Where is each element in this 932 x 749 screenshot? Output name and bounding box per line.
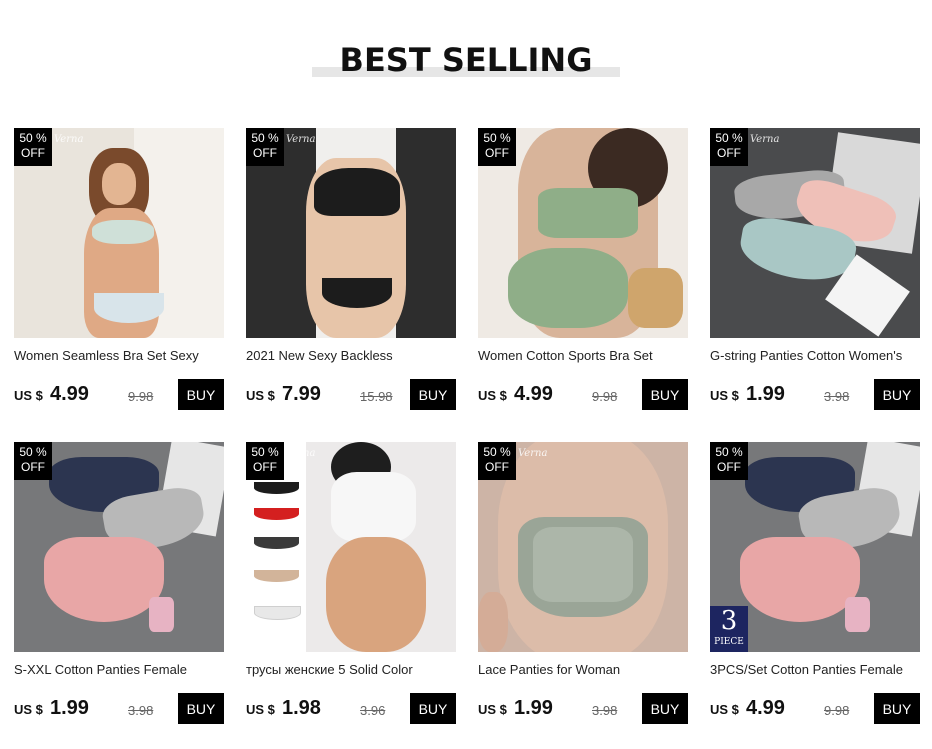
original-price: 9.98 (128, 389, 154, 404)
currency-label: US $ (478, 388, 507, 403)
product-card[interactable]: 50 % OFF Women Cotton Sports Bra Set US $… (478, 128, 688, 412)
sale-price: 7.99 (282, 383, 321, 405)
product-title[interactable]: 2021 New Sexy Backless (246, 348, 456, 364)
product-card[interactable]: 50 % OFF 3 PIECE 3PCS/Set Cotton Panties … (710, 442, 920, 726)
original-price: 3.98 (824, 389, 850, 404)
currency-label: US $ (14, 388, 43, 403)
buy-button[interactable]: BUY (178, 379, 224, 410)
currency-label: US $ (710, 388, 739, 403)
original-price: 3.98 (128, 703, 154, 718)
product-image[interactable]: 50 % OFF (478, 128, 688, 338)
product-image[interactable]: 50 % OFF Verna (478, 442, 688, 652)
discount-badge: 50 % OFF (14, 442, 52, 480)
sale-price: 1.99 (50, 697, 89, 719)
product-title[interactable]: 3PCS/Set Cotton Panties Female (710, 662, 920, 678)
price-row: US $ 7.99 15.98 BUY (246, 379, 456, 412)
buy-button[interactable]: BUY (642, 379, 688, 410)
product-card[interactable]: 50 % OFF S-XXL Cotton Panties Female US $… (14, 442, 224, 726)
product-title[interactable]: Lace Panties for Woman (478, 662, 688, 678)
discount-badge: 50 % OFF (478, 128, 516, 166)
buy-button[interactable]: BUY (410, 693, 456, 724)
currency-label: US $ (478, 702, 507, 717)
buy-button[interactable]: BUY (874, 379, 920, 410)
discount-badge: 50 % OFF (710, 128, 748, 166)
currency-label: US $ (14, 702, 43, 717)
original-price: 9.98 (592, 389, 618, 404)
product-card[interactable]: 50 % OFF Verna G-string Panties Cotton Wo… (710, 128, 920, 412)
price-row: US $ 1.99 3.98 BUY (14, 693, 224, 726)
original-price: 9.98 (824, 703, 850, 718)
sale-price: 4.99 (50, 383, 89, 405)
price-row: US $ 4.99 9.98 BUY (710, 693, 920, 726)
discount-badge: 50 % OFF (246, 442, 284, 480)
currency-label: US $ (710, 702, 739, 717)
product-image[interactable]: 50 % OFF Verna (246, 442, 456, 652)
buy-button[interactable]: BUY (874, 693, 920, 724)
product-title[interactable]: G-string Panties Cotton Women's (710, 348, 920, 364)
product-card[interactable]: 50 % OFF Verna трусы женские 5 Solid Colo… (246, 442, 456, 726)
product-image[interactable]: 50 % OFF (14, 442, 224, 652)
product-image[interactable]: 50 % OFF 3 PIECE (710, 442, 920, 652)
product-title[interactable]: Women Seamless Bra Set Sexy (14, 348, 224, 364)
sale-price: 4.99 (746, 697, 785, 719)
price-row: US $ 1.98 3.96 BUY (246, 693, 456, 726)
sale-price: 1.98 (282, 697, 321, 719)
price-row: US $ 4.99 9.98 BUY (14, 379, 224, 412)
buy-button[interactable]: BUY (410, 379, 456, 410)
product-card[interactable]: 50 % OFF Verna Women Seamless Bra Set Sex… (14, 128, 224, 412)
sale-price: 1.99 (746, 383, 785, 405)
brand-watermark: Verna (518, 448, 548, 459)
product-card[interactable]: 50 % OFF Verna Lace Panties for Woman US … (478, 442, 688, 726)
currency-label: US $ (246, 702, 275, 717)
product-title[interactable]: S-XXL Cotton Panties Female (14, 662, 224, 678)
currency-label: US $ (246, 388, 275, 403)
brand-watermark: Verna (750, 134, 780, 145)
buy-button[interactable]: BUY (178, 693, 224, 724)
section-header: BEST SELLING (0, 40, 932, 80)
product-title[interactable]: трусы женские 5 Solid Color (246, 662, 456, 678)
price-row: US $ 1.99 3.98 BUY (710, 379, 920, 412)
product-card[interactable]: 50 % OFF Verna 2021 New Sexy Backless US … (246, 128, 456, 412)
discount-badge: 50 % OFF (14, 128, 52, 166)
discount-badge: 50 % OFF (246, 128, 284, 166)
sale-price: 1.99 (514, 697, 553, 719)
brand-watermark: Verna (286, 448, 316, 459)
original-price: 3.98 (592, 703, 618, 718)
product-image[interactable]: 50 % OFF Verna (710, 128, 920, 338)
price-row: US $ 4.99 9.98 BUY (478, 379, 688, 412)
product-title[interactable]: Women Cotton Sports Bra Set (478, 348, 688, 364)
brand-watermark: Verna (54, 134, 84, 145)
discount-badge: 50 % OFF (478, 442, 516, 480)
piece-count-badge: 3 PIECE (710, 606, 748, 652)
discount-badge: 50 % OFF (710, 442, 748, 480)
product-image[interactable]: 50 % OFF Verna (14, 128, 224, 338)
section-title: BEST SELLING (311, 40, 621, 80)
original-price: 15.98 (360, 389, 393, 404)
buy-button[interactable]: BUY (642, 693, 688, 724)
brand-watermark: Verna (286, 134, 316, 145)
price-row: US $ 1.99 3.98 BUY (478, 693, 688, 726)
product-image[interactable]: 50 % OFF Verna (246, 128, 456, 338)
sale-price: 4.99 (514, 383, 553, 405)
original-price: 3.96 (360, 703, 386, 718)
